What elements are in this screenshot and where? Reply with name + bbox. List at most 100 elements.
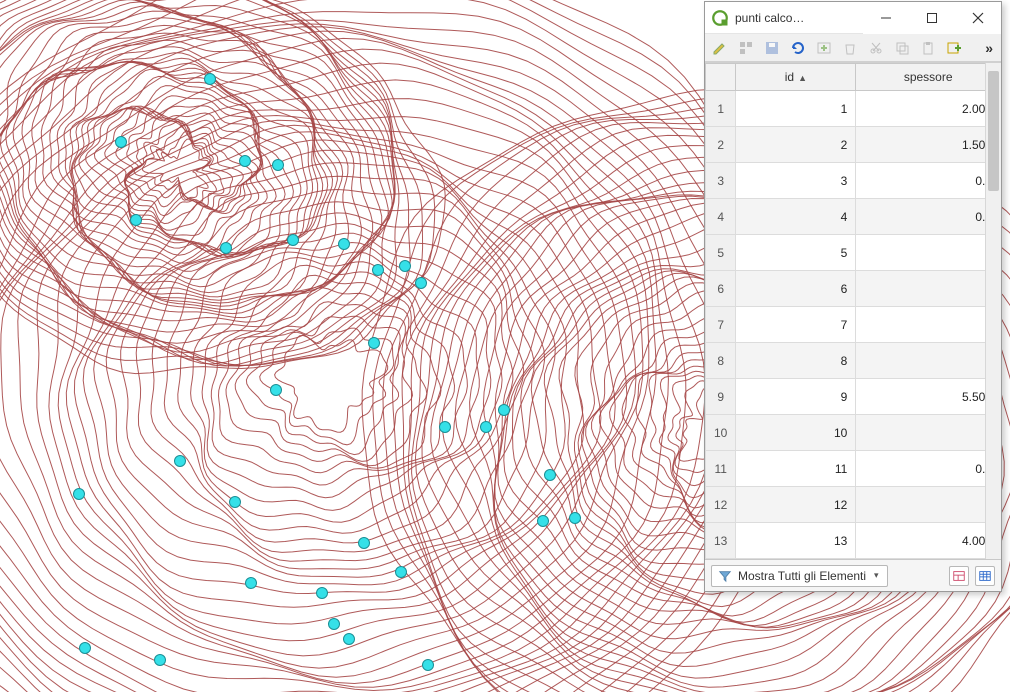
- cut-icon[interactable]: [865, 37, 887, 59]
- cell-spessore[interactable]: 0.2: [856, 451, 1001, 487]
- add-feature-icon[interactable]: [813, 37, 835, 59]
- cell-id[interactable]: 12: [736, 487, 856, 523]
- new-field-icon[interactable]: [943, 37, 965, 59]
- cell-id[interactable]: 3: [736, 163, 856, 199]
- column-header-spessore[interactable]: spessore: [856, 64, 1001, 91]
- cell-spessore[interactable]: 0: [856, 307, 1001, 343]
- row-number[interactable]: 13: [706, 523, 736, 559]
- row-number[interactable]: 6: [706, 271, 736, 307]
- map-point[interactable]: [396, 567, 407, 578]
- cell-id[interactable]: 13: [736, 523, 856, 559]
- save-edits-icon[interactable]: [761, 37, 783, 59]
- map-point[interactable]: [175, 456, 186, 467]
- table-row[interactable]: 13134.000: [706, 523, 1001, 559]
- cell-id[interactable]: 5: [736, 235, 856, 271]
- cell-spessore[interactable]: 2.000: [856, 91, 1001, 127]
- table-row[interactable]: 330.2: [706, 163, 1001, 199]
- map-point[interactable]: [499, 405, 510, 416]
- map-point[interactable]: [221, 243, 232, 254]
- reload-icon[interactable]: [787, 37, 809, 59]
- cell-spessore[interactable]: 0: [856, 343, 1001, 379]
- row-number[interactable]: 11: [706, 451, 736, 487]
- cell-id[interactable]: 11: [736, 451, 856, 487]
- map-point[interactable]: [359, 538, 370, 549]
- map-point[interactable]: [288, 235, 299, 246]
- cell-spessore[interactable]: 1.500: [856, 127, 1001, 163]
- cell-spessore[interactable]: 0.5: [856, 199, 1001, 235]
- cell-id[interactable]: 1: [736, 91, 856, 127]
- map-point[interactable]: [246, 578, 257, 589]
- cell-spessore[interactable]: 0: [856, 235, 1001, 271]
- map-point[interactable]: [423, 660, 434, 671]
- map-point[interactable]: [400, 261, 411, 272]
- cell-id[interactable]: 7: [736, 307, 856, 343]
- row-number[interactable]: 3: [706, 163, 736, 199]
- map-point[interactable]: [545, 470, 556, 481]
- row-number[interactable]: 2: [706, 127, 736, 163]
- cell-id[interactable]: 6: [736, 271, 856, 307]
- table-row[interactable]: 10100: [706, 415, 1001, 451]
- paste-icon[interactable]: [917, 37, 939, 59]
- map-point[interactable]: [339, 239, 350, 250]
- table-row[interactable]: 660: [706, 271, 1001, 307]
- cell-id[interactable]: 2: [736, 127, 856, 163]
- window-titlebar[interactable]: punti calco…: [705, 2, 1001, 34]
- toggle-editing-icon[interactable]: [709, 37, 731, 59]
- table-row[interactable]: 12120: [706, 487, 1001, 523]
- show-all-features-button[interactable]: Mostra Tutti gli Elementi ▾: [711, 565, 888, 587]
- map-point[interactable]: [230, 497, 241, 508]
- cell-spessore[interactable]: 5.500: [856, 379, 1001, 415]
- attribute-table[interactable]: id▲ spessore 112.000221.500330.2440.5550…: [705, 62, 1001, 559]
- map-point[interactable]: [440, 422, 451, 433]
- vertical-scrollbar[interactable]: [985, 63, 1001, 559]
- row-number[interactable]: 8: [706, 343, 736, 379]
- row-header-column[interactable]: [706, 64, 736, 91]
- map-point[interactable]: [416, 278, 427, 289]
- map-point[interactable]: [271, 385, 282, 396]
- map-point[interactable]: [80, 643, 91, 654]
- map-point[interactable]: [205, 74, 216, 85]
- cell-id[interactable]: 4: [736, 199, 856, 235]
- cell-spessore[interactable]: 0: [856, 415, 1001, 451]
- table-row[interactable]: 880: [706, 343, 1001, 379]
- table-row[interactable]: 440.5: [706, 199, 1001, 235]
- map-point[interactable]: [344, 634, 355, 645]
- map-point[interactable]: [240, 156, 251, 167]
- table-row[interactable]: 11110.2: [706, 451, 1001, 487]
- cell-spessore[interactable]: 0: [856, 487, 1001, 523]
- cell-spessore[interactable]: 4.000: [856, 523, 1001, 559]
- map-point[interactable]: [74, 489, 85, 500]
- row-number[interactable]: 10: [706, 415, 736, 451]
- map-point[interactable]: [131, 215, 142, 226]
- row-number[interactable]: 9: [706, 379, 736, 415]
- map-point[interactable]: [373, 265, 384, 276]
- cell-spessore[interactable]: 0: [856, 271, 1001, 307]
- minimize-button[interactable]: [863, 2, 909, 34]
- column-header-id[interactable]: id▲: [736, 64, 856, 91]
- map-point[interactable]: [155, 655, 166, 666]
- map-point[interactable]: [538, 516, 549, 527]
- table-view-icon[interactable]: [975, 566, 995, 586]
- map-point[interactable]: [116, 137, 127, 148]
- table-row[interactable]: 770: [706, 307, 1001, 343]
- map-point[interactable]: [329, 619, 340, 630]
- form-view-icon[interactable]: [949, 566, 969, 586]
- row-number[interactable]: 4: [706, 199, 736, 235]
- map-point[interactable]: [481, 422, 492, 433]
- map-point[interactable]: [317, 588, 328, 599]
- table-row[interactable]: 550: [706, 235, 1001, 271]
- maximize-button[interactable]: [909, 2, 955, 34]
- cell-id[interactable]: 8: [736, 343, 856, 379]
- table-row[interactable]: 995.500: [706, 379, 1001, 415]
- map-point[interactable]: [570, 513, 581, 524]
- map-point[interactable]: [369, 338, 380, 349]
- scrollbar-thumb[interactable]: [988, 71, 999, 191]
- table-row[interactable]: 221.500: [706, 127, 1001, 163]
- delete-selected-icon[interactable]: [839, 37, 861, 59]
- row-number[interactable]: 5: [706, 235, 736, 271]
- copy-icon[interactable]: [891, 37, 913, 59]
- row-number[interactable]: 1: [706, 91, 736, 127]
- toolbar-overflow[interactable]: »: [981, 40, 997, 56]
- multi-edit-icon[interactable]: [735, 37, 757, 59]
- table-row[interactable]: 112.000: [706, 91, 1001, 127]
